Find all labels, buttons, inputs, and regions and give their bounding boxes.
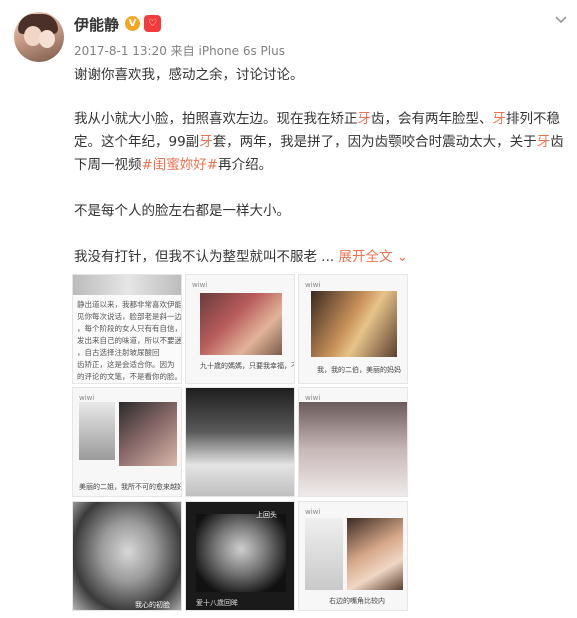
thumb-text: 静出道以来，我都非常喜欢伊能静 — [77, 300, 182, 309]
thumb-label: wiwi — [192, 281, 208, 289]
post-text-line4: 我没有打针，但我不认为整型就叫不服老 ... 展开全文 ⌄ — [74, 249, 409, 265]
expand-full-text-link[interactable]: 展开全文 — [338, 249, 392, 265]
thumb-text: ，每个阶段的女人只有有自信， — [77, 324, 182, 333]
image-thumb-8[interactable]: 上回头 爱十八歲回眸 — [185, 501, 295, 611]
thumb-text: 见你每次说话，脸部老是斜一边， — [77, 312, 182, 321]
keyword-link[interactable]: 牙 — [493, 111, 507, 127]
verified-v-icon[interactable]: V — [125, 16, 140, 31]
keyword-link[interactable]: 牙 — [199, 134, 213, 150]
thumb-label: wiwi — [305, 394, 321, 402]
thumb-caption: 美丽的二姐，我所不可的愈来越好看 — [79, 483, 182, 491]
post-text-line3: 不是每个人的脸左右都是一样大小。 — [74, 203, 290, 219]
image-thumb-9[interactable]: wiwi 右边的嘴角比较内 — [298, 501, 408, 611]
wedding-group-photo — [186, 388, 294, 496]
selfie-photo — [305, 518, 343, 590]
school-portrait-photo — [73, 502, 181, 610]
weibo-post-card: 伊能静 V ♡ 2017-8-1 13:20 来自 iPhone 6s Plus… — [0, 0, 577, 618]
keyword-link[interactable]: 牙 — [358, 111, 372, 127]
thumb-label: wiwi — [305, 508, 321, 516]
image-thumb-5[interactable] — [185, 387, 295, 497]
group-photo — [311, 291, 397, 357]
image-thumb-6[interactable]: wiwi — [298, 387, 408, 497]
post-text-line1: 谢谢你喜欢我，感动之余，讨论讨论。 — [74, 67, 304, 83]
keyword-link[interactable]: 牙 — [537, 134, 551, 150]
chevron-down-icon[interactable]: ⌄ — [392, 249, 408, 265]
thumb-text: ，自古选择注射玻尿酸回 — [77, 348, 160, 357]
image-thumb-7[interactable]: 我心的初脸 — [72, 501, 182, 611]
post-text-paragraph2: 我从小就大小脸，拍照喜欢左边。现在我在矫正牙齿，会有两年脸型、牙排列不稳定。这个… — [74, 111, 564, 173]
vip-badge-icon[interactable]: ♡ — [144, 15, 161, 32]
hashtag-link[interactable]: #闺蜜妳好# — [142, 157, 219, 173]
post-meta[interactable]: 2017-8-1 13:20 来自 iPhone 6s Plus — [74, 42, 285, 59]
thumb-caption: 爱十八歲回眸 — [196, 599, 238, 607]
image-thumb-3[interactable]: wiwi 我，我的二伯，美丽的妈妈 — [298, 274, 408, 384]
thumb-caption: 九十歲的媽媽，只要我幸福，不上美容院， — [200, 362, 295, 370]
vintage-portrait-photo — [196, 514, 286, 592]
thumb-label: wiwi — [305, 281, 321, 289]
portrait-photo — [119, 402, 177, 466]
image-thumb-1[interactable]: 静出道以来，我都非常喜欢伊能静 见你每次说话，脸部老是斜一边， ，每个阶段的女人… — [72, 274, 182, 384]
thumb-caption: 我心的初脸 — [135, 601, 170, 609]
thumb-label: wiwi — [79, 394, 95, 402]
thumb-text: 齿矫正，这是会适合你。因为 — [77, 360, 175, 369]
thumb-text: 的评论的文笔，不是看你的脸。 — [77, 372, 182, 381]
avatar[interactable] — [14, 12, 64, 62]
image-thumb-4[interactable]: wiwi 美丽的二姐，我所不可的愈来越好看 — [72, 387, 182, 497]
avatar-face-child — [39, 30, 55, 48]
author-name[interactable]: 伊能静 — [74, 14, 119, 35]
portrait-photo — [79, 402, 115, 460]
thumb-corner-text: 上回头 — [256, 511, 277, 519]
image-thumb-2[interactable]: wiwi 九十歲的媽媽，只要我幸福，不上美容院， — [185, 274, 295, 384]
thumb-caption: 右边的嘴角比较内 — [329, 597, 385, 605]
bridal-group-photo — [299, 402, 407, 496]
thumb-caption: 我，我的二伯，美丽的妈妈 — [317, 366, 401, 374]
thumb-text: 发出来自己的味道，所以不要迷信 — [77, 336, 182, 345]
selfie-photo — [347, 518, 403, 590]
post-menu-chevron-icon[interactable] — [553, 12, 569, 26]
family-photo — [200, 293, 282, 355]
